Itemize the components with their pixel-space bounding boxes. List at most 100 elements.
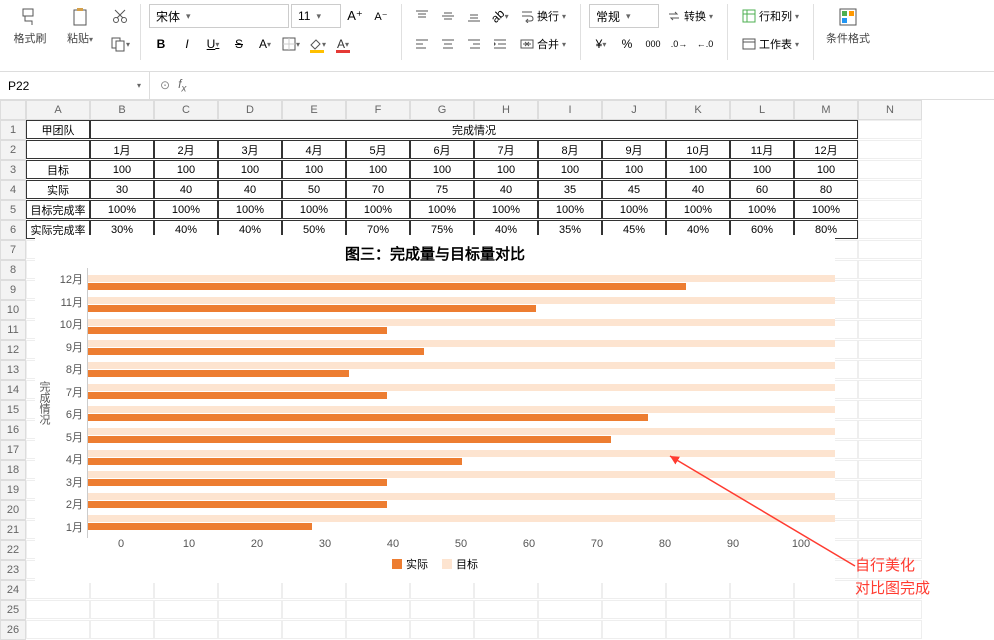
cell[interactable] xyxy=(858,360,922,379)
fill-color-button[interactable]: ▾ xyxy=(305,32,329,56)
row-header[interactable]: 22 xyxy=(0,540,26,560)
merge-button[interactable]: 合并▾ xyxy=(514,32,572,56)
align-middle-button[interactable] xyxy=(436,4,460,28)
cell[interactable] xyxy=(858,240,922,259)
cell[interactable] xyxy=(538,620,602,639)
row-header[interactable]: 14 xyxy=(0,380,26,400)
cell[interactable]: 甲团队 xyxy=(26,120,90,139)
borders-button[interactable]: ▾ xyxy=(279,32,303,56)
cell[interactable] xyxy=(858,600,922,619)
cell[interactable]: 1月 xyxy=(90,140,154,159)
number-format-select[interactable]: 常规▾ xyxy=(589,4,659,28)
cell[interactable] xyxy=(538,600,602,619)
convert-button[interactable]: 转换▾ xyxy=(661,4,719,28)
cell-reference-box[interactable]: P22▾ xyxy=(0,72,150,99)
cell[interactable]: 3月 xyxy=(218,140,282,159)
row-header[interactable]: 17 xyxy=(0,440,26,460)
row-header[interactable]: 23 xyxy=(0,560,26,580)
column-header[interactable]: D xyxy=(218,100,282,120)
cell[interactable]: 100 xyxy=(730,160,794,179)
worksheet-button[interactable]: 工作表▾ xyxy=(736,32,805,56)
cell[interactable] xyxy=(26,140,90,159)
percent-button[interactable]: % xyxy=(615,32,639,56)
row-header[interactable]: 16 xyxy=(0,420,26,440)
cell[interactable]: 6月 xyxy=(410,140,474,159)
cancel-fx-icon[interactable]: ⊙ xyxy=(160,78,170,92)
cell[interactable]: 12月 xyxy=(794,140,858,159)
currency-button[interactable]: ¥▾ xyxy=(589,32,613,56)
row-header[interactable]: 2 xyxy=(0,140,26,160)
cell[interactable] xyxy=(858,300,922,319)
paste-group[interactable]: 粘贴▾ xyxy=(58,4,102,48)
cell[interactable] xyxy=(858,440,922,459)
cell[interactable]: 70 xyxy=(346,180,410,199)
cond-format-group[interactable]: 条件格式 xyxy=(822,4,874,48)
cell[interactable] xyxy=(858,480,922,499)
cell[interactable]: 100% xyxy=(538,200,602,219)
cell[interactable]: 100 xyxy=(90,160,154,179)
cell[interactable]: 实际 xyxy=(26,180,90,199)
cell[interactable]: 40 xyxy=(154,180,218,199)
font-size-select[interactable]: 11▾ xyxy=(291,4,341,28)
cell[interactable]: 35 xyxy=(538,180,602,199)
row-header[interactable]: 3 xyxy=(0,160,26,180)
column-header[interactable]: A xyxy=(26,100,90,120)
cell[interactable]: 目标 xyxy=(26,160,90,179)
cell[interactable]: 100% xyxy=(794,200,858,219)
cell[interactable] xyxy=(154,620,218,639)
cell[interactable] xyxy=(90,620,154,639)
cell[interactable] xyxy=(794,600,858,619)
column-header[interactable]: H xyxy=(474,100,538,120)
cell[interactable]: 100% xyxy=(282,200,346,219)
rows-cols-button[interactable]: 行和列▾ xyxy=(736,4,805,28)
cell[interactable]: 100 xyxy=(602,160,666,179)
cell[interactable]: 60 xyxy=(730,180,794,199)
cell[interactable]: 100 xyxy=(282,160,346,179)
cell[interactable]: 完成情况 xyxy=(90,120,858,139)
italic-button[interactable]: I xyxy=(175,32,199,56)
cell[interactable] xyxy=(858,120,922,139)
cell[interactable]: 9月 xyxy=(602,140,666,159)
row-header[interactable]: 10 xyxy=(0,300,26,320)
cell[interactable]: 8月 xyxy=(538,140,602,159)
column-header[interactable]: N xyxy=(858,100,922,120)
column-header[interactable]: B xyxy=(90,100,154,120)
strike-button[interactable]: S xyxy=(227,32,251,56)
align-right-button[interactable] xyxy=(462,32,486,56)
cell[interactable] xyxy=(666,600,730,619)
row-header[interactable]: 20 xyxy=(0,500,26,520)
column-header[interactable]: F xyxy=(346,100,410,120)
cell[interactable] xyxy=(346,620,410,639)
column-header[interactable]: E xyxy=(282,100,346,120)
column-header[interactable]: K xyxy=(666,100,730,120)
underline-button[interactable]: U▾ xyxy=(201,32,225,56)
cell[interactable]: 4月 xyxy=(282,140,346,159)
cell[interactable]: 100 xyxy=(218,160,282,179)
cell[interactable] xyxy=(858,620,922,639)
cell[interactable]: 100% xyxy=(346,200,410,219)
cell[interactable] xyxy=(858,500,922,519)
column-header[interactable]: G xyxy=(410,100,474,120)
cell[interactable] xyxy=(474,600,538,619)
cell[interactable] xyxy=(90,600,154,619)
increase-decimal-button[interactable]: .0→ xyxy=(667,32,691,56)
cell[interactable] xyxy=(666,620,730,639)
row-header[interactable]: 25 xyxy=(0,600,26,620)
cell[interactable]: 目标完成率 xyxy=(26,200,90,219)
wrap-text-button[interactable]: 换行▾ xyxy=(514,4,572,28)
format-painter-group[interactable]: 格式刷 xyxy=(8,4,52,48)
cell[interactable] xyxy=(26,620,90,639)
row-header[interactable]: 15 xyxy=(0,400,26,420)
cell[interactable] xyxy=(858,400,922,419)
row-header[interactable]: 7 xyxy=(0,240,26,260)
cell[interactable]: 100% xyxy=(90,200,154,219)
select-all-corner[interactable] xyxy=(0,100,26,120)
cell[interactable]: 100% xyxy=(730,200,794,219)
cell[interactable] xyxy=(858,280,922,299)
font-style-button[interactable]: A▾ xyxy=(253,32,277,56)
cell[interactable]: 100 xyxy=(154,160,218,179)
column-header[interactable]: L xyxy=(730,100,794,120)
cell[interactable] xyxy=(858,520,922,539)
cell[interactable]: 100 xyxy=(346,160,410,179)
cell[interactable]: 80 xyxy=(794,180,858,199)
